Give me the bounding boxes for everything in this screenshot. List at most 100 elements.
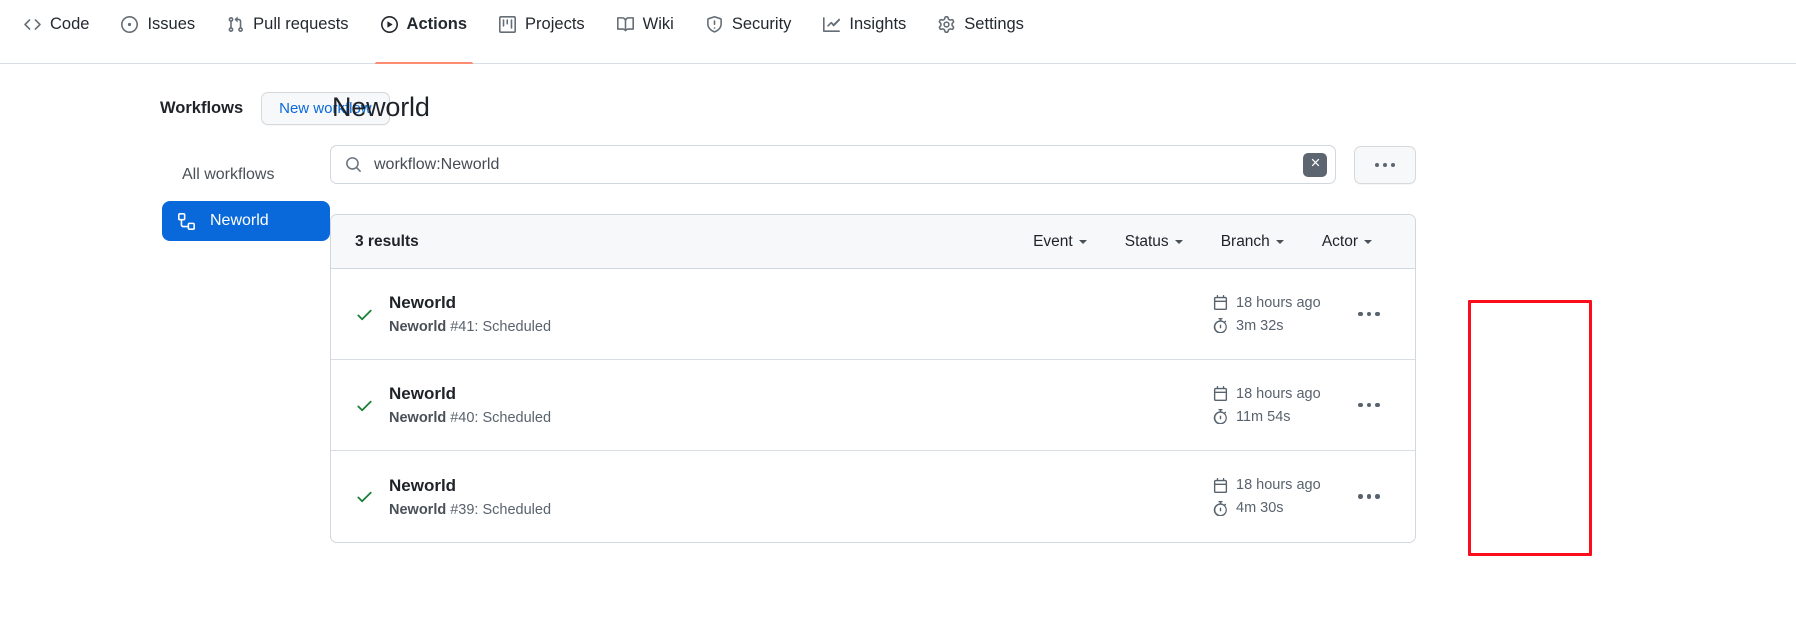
check-icon — [355, 305, 389, 324]
row-more-options-button[interactable] — [1331, 360, 1407, 450]
run-duration-text: 4m 30s — [1236, 500, 1284, 516]
nav-item-label: Pull requests — [253, 14, 349, 33]
filter-status[interactable]: Status — [1106, 233, 1202, 251]
nav-item-label: Actions — [406, 14, 468, 33]
run-detail: #40: Scheduled — [446, 410, 552, 426]
run-subtitle: Neworld #39: Scheduled — [389, 502, 1205, 518]
chevron-down-icon — [1174, 239, 1183, 244]
filter-label: Branch — [1220, 232, 1270, 250]
kebab-dot — [1375, 311, 1380, 317]
kebab-dot — [1366, 402, 1372, 408]
workflow-list: All workflows Neworld — [162, 155, 330, 241]
kebab-dot — [1375, 162, 1379, 167]
nav-item-insights[interactable]: Insights — [807, 0, 922, 63]
sidebar-title: Workflows — [160, 99, 244, 117]
run-workflow-name: Neworld — [389, 410, 447, 426]
run-title-link[interactable]: Neworld — [389, 384, 456, 404]
page-title: Neworld — [332, 92, 430, 122]
sidebar-item-neworld[interactable]: Neworld — [162, 201, 330, 241]
stopwatch-icon — [1213, 318, 1228, 333]
run-timestamp-text: 18 hours ago — [1236, 477, 1321, 493]
run-title-link[interactable]: Neworld — [389, 293, 456, 313]
table-row[interactable]: Neworld Neworld #39: Scheduled 18 hours … — [331, 451, 1415, 542]
run-meta: 18 hours ago 4m 30s — [1205, 477, 1331, 516]
code-icon — [24, 16, 41, 33]
chevron-down-icon — [1078, 239, 1087, 244]
nav-item-label: Security — [731, 14, 792, 33]
run-detail: #39: Scheduled — [446, 501, 552, 518]
table-row[interactable]: Neworld Neworld #40: Scheduled 18 hours … — [331, 360, 1415, 451]
filter-branch[interactable]: Branch — [1202, 233, 1303, 251]
run-timestamp-text: 18 hours ago — [1236, 294, 1321, 311]
results-header: 3 results Event Status Branch Actor — [331, 215, 1415, 269]
run-duration: 4m 30s — [1213, 500, 1331, 516]
nav-item-code[interactable]: Code — [8, 0, 105, 63]
run-title-link[interactable]: Neworld — [389, 476, 456, 496]
chevron-down-icon — [1275, 239, 1284, 244]
run-subtitle: Neworld #40: Scheduled — [389, 410, 1205, 426]
sidebar-item-all-workflows[interactable]: All workflows — [162, 155, 330, 195]
sidebar-item-label: All workflows — [182, 166, 275, 183]
main-content: Neworld 3 resu — [330, 92, 1796, 543]
filter-event[interactable]: Event — [1014, 233, 1106, 251]
run-duration: 3m 32s — [1213, 318, 1331, 334]
kebab-dot — [1366, 494, 1372, 499]
nav-item-actions[interactable]: Actions — [365, 0, 484, 64]
workflow-icon — [178, 212, 196, 230]
nav-item-pull-requests[interactable]: Pull requests — [211, 0, 364, 63]
nav-item-issues[interactable]: Issues — [105, 0, 211, 63]
kebab-dot — [1358, 311, 1363, 317]
results-count: 3 results — [355, 232, 419, 250]
run-subtitle: Neworld #41: Scheduled — [389, 319, 1205, 335]
run-info: Neworld Neworld #40: Scheduled — [389, 384, 1205, 426]
stopwatch-icon — [1213, 500, 1228, 516]
search-icon — [345, 156, 362, 173]
run-timestamp-text: 18 hours ago — [1236, 385, 1321, 402]
more-options-button[interactable] — [1354, 145, 1416, 184]
kebab-dot — [1366, 311, 1372, 317]
clear-filter-button[interactable] — [1303, 152, 1327, 177]
nav-item-label: Code — [50, 14, 90, 33]
graph-icon — [823, 16, 841, 33]
run-info: Neworld Neworld #39: Scheduled — [389, 476, 1205, 518]
git-pull-request-icon — [227, 16, 244, 33]
book-icon — [616, 16, 634, 33]
run-duration: 11m 54s — [1213, 409, 1331, 425]
calendar-icon — [1213, 295, 1228, 310]
search-input[interactable] — [374, 155, 1291, 174]
run-timestamp: 18 hours ago — [1213, 295, 1331, 311]
row-more-options-button[interactable] — [1331, 451, 1407, 542]
nav-item-label: Issues — [147, 14, 196, 33]
run-duration-text: 3m 32s — [1236, 317, 1284, 334]
run-timestamp: 18 hours ago — [1213, 386, 1331, 402]
calendar-icon — [1213, 386, 1228, 401]
page-body: Workflows New workflow All workflows New… — [0, 64, 1796, 543]
stopwatch-icon — [1213, 409, 1228, 424]
nav-item-label: Settings — [964, 14, 1024, 33]
run-detail: #41: Scheduled — [446, 319, 552, 335]
table-row[interactable]: Neworld Neworld #41: Scheduled 18 hours … — [331, 269, 1415, 360]
kebab-dot — [1358, 402, 1363, 408]
nav-item-projects[interactable]: Projects — [483, 0, 601, 63]
x-icon — [1309, 156, 1322, 174]
filter-actor[interactable]: Actor — [1303, 233, 1391, 251]
nav-item-settings[interactable]: Settings — [922, 0, 1040, 63]
check-icon — [355, 396, 389, 415]
nav-item-wiki[interactable]: Wiki — [601, 0, 690, 63]
kebab-dot — [1383, 162, 1387, 167]
filter-label: Event — [1033, 232, 1073, 250]
workflows-sidebar: Workflows New workflow All workflows New… — [0, 92, 390, 543]
search-row — [330, 145, 1416, 184]
run-info: Neworld Neworld #41: Scheduled — [389, 293, 1205, 335]
run-workflow-name: Neworld — [389, 501, 447, 518]
nav-item-security[interactable]: Security — [690, 0, 808, 63]
workflow-run-filter[interactable] — [330, 145, 1336, 184]
kebab-dot — [1391, 162, 1395, 167]
sidebar-header: Workflows New workflow — [160, 92, 390, 125]
run-meta: 18 hours ago 3m 32s — [1205, 295, 1331, 334]
row-more-options-button[interactable] — [1331, 269, 1407, 359]
chevron-down-icon — [1364, 239, 1372, 244]
check-icon — [355, 487, 389, 506]
workflow-runs-panel: 3 results Event Status Branch Actor Newo… — [330, 214, 1416, 543]
run-meta: 18 hours ago 11m 54s — [1205, 386, 1331, 425]
